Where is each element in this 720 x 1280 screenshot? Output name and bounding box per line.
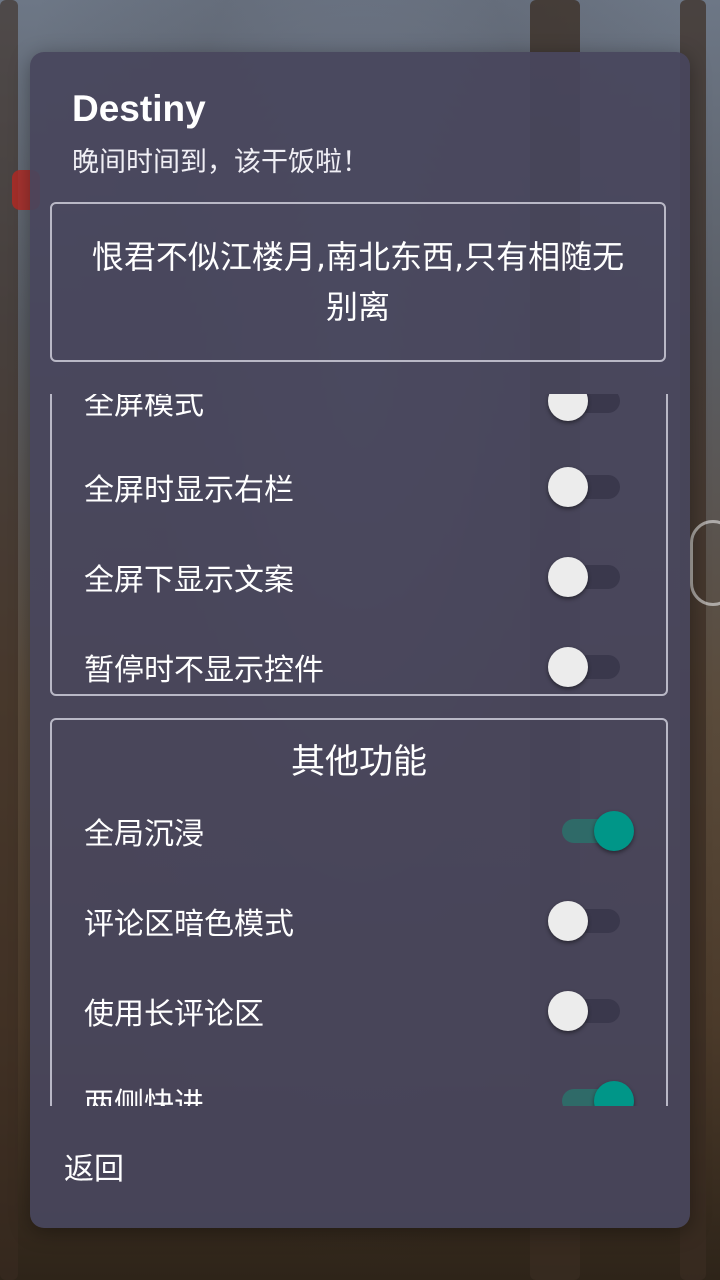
long-comments-toggle[interactable] bbox=[548, 991, 626, 1031]
settings-scroll-area[interactable]: 全屏模式 全屏时显示右栏 全屏下显示文案 暂停时不显示控件 其他功能 全局沉浸 bbox=[30, 394, 690, 1106]
setting-row-global-immersive[interactable]: 全局沉浸 bbox=[52, 786, 666, 876]
setting-label: 全屏下显示文案 bbox=[84, 563, 294, 598]
dialog-title: Destiny bbox=[72, 88, 206, 129]
setting-row-side-seek[interactable]: 两侧快进 bbox=[52, 1056, 666, 1106]
show-caption-toggle[interactable] bbox=[548, 557, 626, 597]
quote-box: 恨君不似江楼月,南北东西,只有相随无别离 bbox=[50, 202, 666, 362]
background-button-edge bbox=[690, 520, 720, 606]
other-features-section: 其他功能 全局沉浸 评论区暗色模式 使用长评论区 两侧快进 bbox=[50, 718, 668, 1106]
setting-row-hide-controls-paused[interactable]: 暂停时不显示控件 bbox=[52, 622, 666, 712]
setting-row-show-right-panel[interactable]: 全屏时显示右栏 bbox=[52, 442, 666, 532]
dialog-subtitle: 晚间时间到，该干饭啦！ bbox=[72, 147, 369, 178]
setting-row-dark-comments[interactable]: 评论区暗色模式 bbox=[52, 876, 666, 966]
settings-dialog: Destiny 晚间时间到，该干饭啦！ 恨君不似江楼月,南北东西,只有相随无别离… bbox=[30, 52, 690, 1228]
setting-label: 评论区暗色模式 bbox=[84, 907, 294, 942]
setting-label: 使用长评论区 bbox=[84, 997, 264, 1032]
setting-label: 两侧快进 bbox=[84, 1087, 204, 1106]
section-title: 其他功能 bbox=[291, 742, 427, 782]
setting-label: 全屏时显示右栏 bbox=[84, 473, 294, 508]
global-immersive-toggle[interactable] bbox=[556, 811, 634, 851]
quote-text: 恨君不似江楼月,南北东西,只有相随无别离 bbox=[91, 238, 625, 326]
side-seek-toggle[interactable] bbox=[556, 1081, 634, 1106]
setting-label: 全局沉浸 bbox=[84, 817, 204, 852]
display-settings-section: 全屏模式 全屏时显示右栏 全屏下显示文案 暂停时不显示控件 bbox=[50, 394, 668, 696]
fullscreen-mode-toggle[interactable] bbox=[548, 394, 626, 421]
hide-controls-paused-toggle[interactable] bbox=[548, 647, 626, 687]
setting-label: 全屏模式 bbox=[84, 394, 204, 422]
back-button[interactable]: 返回 bbox=[64, 1144, 124, 1188]
show-right-panel-toggle[interactable] bbox=[548, 467, 626, 507]
dark-comments-toggle[interactable] bbox=[548, 901, 626, 941]
setting-label: 暂停时不显示控件 bbox=[84, 653, 324, 688]
setting-row-long-comments[interactable]: 使用长评论区 bbox=[52, 966, 666, 1056]
setting-row-show-caption[interactable]: 全屏下显示文案 bbox=[52, 532, 666, 622]
setting-row-fullscreen-mode[interactable]: 全屏模式 bbox=[52, 394, 666, 446]
